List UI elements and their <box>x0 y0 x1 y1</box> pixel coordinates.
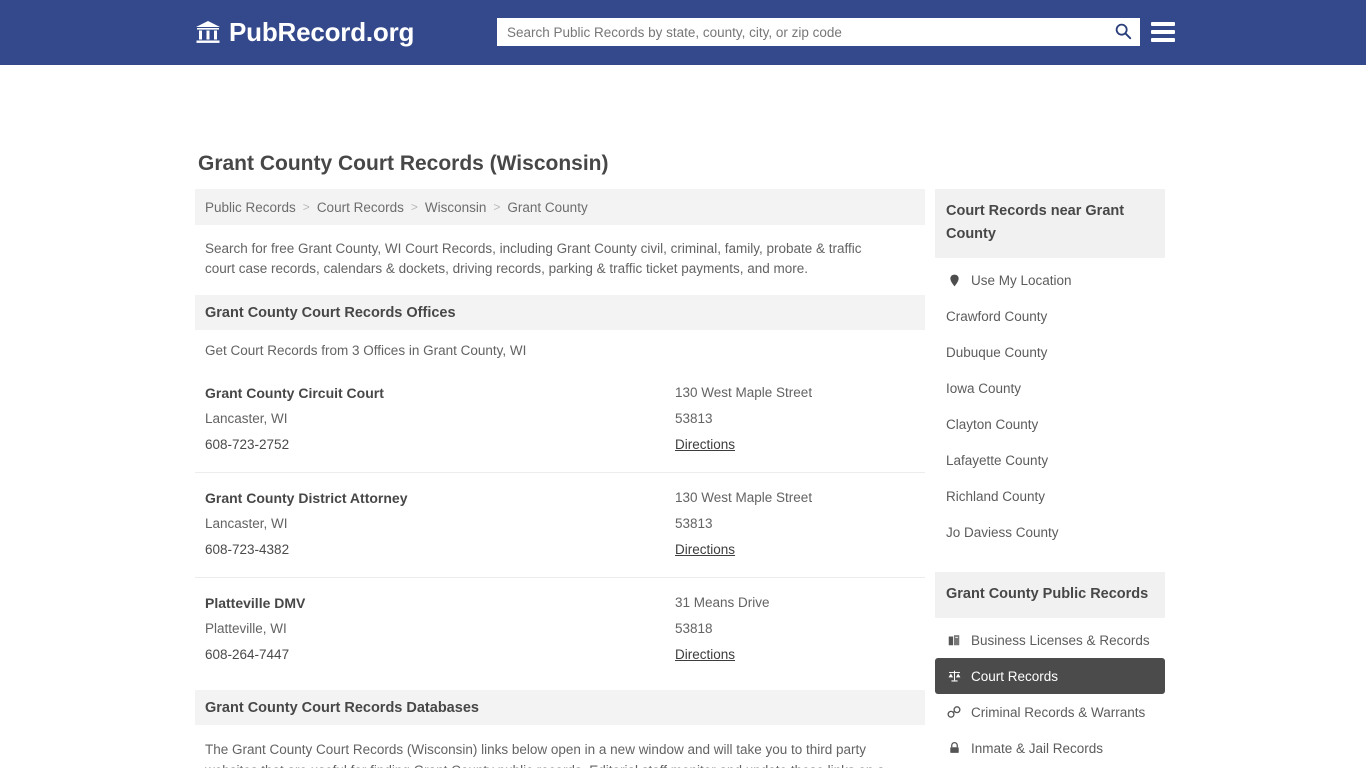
sidebar-item-richland-county[interactable]: Richland County <box>935 478 1165 514</box>
office-street: 130 West Maple Street <box>675 490 813 505</box>
office-details: Grant County Circuit Court Lancaster, WI… <box>205 380 675 458</box>
office-phone[interactable]: 608-723-2752 <box>205 432 675 458</box>
sidebar-item-lafayette-county[interactable]: Lafayette County <box>935 442 1165 478</box>
sidebar-item-business-licenses[interactable]: Business Licenses & Records <box>935 622 1165 658</box>
search-input[interactable] <box>497 24 1106 40</box>
office-address: 130 West Maple Street 53813 Directions <box>675 380 915 458</box>
breadcrumb-separator: > <box>493 200 501 214</box>
office-street: 130 West Maple Street <box>675 385 813 400</box>
office-address: 130 West Maple Street 53813 Directions <box>675 485 915 563</box>
near-county-block: Court Records near Grant County Use My L… <box>935 189 1165 550</box>
office-city-state: Platteville, WI <box>205 621 287 636</box>
search-button[interactable] <box>1106 18 1140 46</box>
directions-link[interactable]: Directions <box>675 537 735 563</box>
offices-section: Grant County Court Records Offices Get C… <box>195 295 925 682</box>
sidebar-item-label: Iowa County <box>946 380 1022 396</box>
sidebar-item-clayton-county[interactable]: Clayton County <box>935 406 1165 442</box>
right-sidebar: Court Records near Grant County Use My L… <box>935 189 1165 768</box>
sidebar-item-label: Dubuque County <box>946 344 1048 360</box>
sidebar-item-label: Clayton County <box>946 416 1039 432</box>
office-phone[interactable]: 608-264-7447 <box>205 642 675 668</box>
hamburger-menu-icon[interactable] <box>1151 20 1175 44</box>
offices-list: Grant County Circuit Court Lancaster, WI… <box>195 368 925 682</box>
public-records-list: Business Licenses & Records Court Record… <box>935 622 1165 768</box>
near-county-list: Use My Location Crawford County Dubuque … <box>935 262 1165 550</box>
site-header: PubRecord.org <box>0 0 1366 65</box>
sidebar-item-crawford-county[interactable]: Crawford County <box>935 298 1165 334</box>
sidebar-item-dubuque-county[interactable]: Dubuque County <box>935 334 1165 370</box>
sidebar-item-label: Court Records <box>971 668 1059 684</box>
brand-name: PubRecord.org <box>229 17 415 47</box>
sidebar-item-iowa-county[interactable]: Iowa County <box>935 370 1165 406</box>
sidebar-item-label: Criminal Records & Warrants <box>971 704 1146 720</box>
map-pin-icon <box>946 272 962 288</box>
directions-link[interactable]: Directions <box>675 642 735 668</box>
breadcrumb-separator: > <box>302 200 310 214</box>
office-name: Grant County District Attorney <box>205 490 408 506</box>
office-city-state: Lancaster, WI <box>205 516 288 531</box>
site-logo[interactable]: PubRecord.org <box>194 17 414 47</box>
office-street: 31 Means Drive <box>675 595 770 610</box>
office-name: Platteville DMV <box>205 595 306 611</box>
sidebar-item-label: Business Licenses & Records <box>971 632 1150 648</box>
office-row: Grant County Circuit Court Lancaster, WI… <box>195 368 925 473</box>
near-county-heading: Court Records near Grant County <box>935 189 1165 258</box>
briefcase-icon <box>946 632 962 648</box>
breadcrumb-separator: > <box>410 200 418 214</box>
sidebar-item-label: Crawford County <box>946 308 1048 324</box>
office-zip: 53813 <box>675 411 713 426</box>
sidebar-item-criminal-records[interactable]: Criminal Records & Warrants <box>935 694 1165 730</box>
breadcrumb-item-wisconsin[interactable]: Wisconsin <box>425 200 487 215</box>
breadcrumb-item-grant-county[interactable]: Grant County <box>507 200 587 215</box>
sidebar-item-court-records[interactable]: Court Records <box>935 658 1165 694</box>
offices-section-heading: Grant County Court Records Offices <box>195 295 925 330</box>
databases-intro-text: The Grant County Court Records (Wisconsi… <box>205 742 885 768</box>
main-content: Public Records > Court Records > Wiscons… <box>195 189 925 768</box>
lock-icon <box>946 740 962 756</box>
public-records-block: Grant County Public Records Business Lic… <box>935 572 1165 768</box>
scales-icon <box>946 668 962 684</box>
page-intro-text: Search for free Grant County, WI Court R… <box>205 241 862 276</box>
office-details: Grant County District Attorney Lancaster… <box>205 485 675 563</box>
office-name: Grant County Circuit Court <box>205 385 384 401</box>
breadcrumb: Public Records > Court Records > Wiscons… <box>195 189 925 225</box>
hamburger-bar-3 <box>1151 38 1175 42</box>
handcuffs-icon <box>946 704 962 720</box>
sidebar-item-inmate-jail-records[interactable]: Inmate & Jail Records <box>935 730 1165 766</box>
sidebar-item-use-my-location[interactable]: Use My Location <box>935 262 1165 298</box>
page-title: Grant County Court Records (Wisconsin) <box>198 152 609 175</box>
office-address: 31 Means Drive 53818 Directions <box>675 590 915 668</box>
bank-icon <box>194 18 222 46</box>
sidebar-item-jo-daviess-county[interactable]: Jo Daviess County <box>935 514 1165 550</box>
office-row: Platteville DMV Platteville, WI 608-264-… <box>195 578 925 682</box>
search-bar[interactable] <box>497 18 1140 46</box>
sidebar-item-label: Jo Daviess County <box>946 524 1059 540</box>
hamburger-bar-2 <box>1151 30 1175 34</box>
office-row: Grant County District Attorney Lancaster… <box>195 473 925 578</box>
breadcrumb-item-court-records[interactable]: Court Records <box>317 200 404 215</box>
office-city-state: Lancaster, WI <box>205 411 288 426</box>
databases-section-heading: Grant County Court Records Databases <box>195 690 925 725</box>
offices-section-subheading: Get Court Records from 3 Offices in Gran… <box>205 343 527 358</box>
sidebar-item-label: Inmate & Jail Records <box>971 740 1104 756</box>
sidebar-item-label: Richland County <box>946 488 1046 504</box>
office-details: Platteville DMV Platteville, WI 608-264-… <box>205 590 675 668</box>
hamburger-bar-1 <box>1151 22 1175 26</box>
office-phone[interactable]: 608-723-4382 <box>205 537 675 563</box>
breadcrumb-item-public-records[interactable]: Public Records <box>205 200 296 215</box>
sidebar-item-label: Lafayette County <box>946 452 1049 468</box>
sidebar-item-label: Use My Location <box>971 272 1072 288</box>
search-icon <box>1114 22 1132 43</box>
public-records-heading: Grant County Public Records <box>935 572 1165 618</box>
databases-section: Grant County Court Records Databases The… <box>195 690 925 768</box>
directions-link[interactable]: Directions <box>675 432 735 458</box>
office-zip: 53813 <box>675 516 713 531</box>
office-zip: 53818 <box>675 621 713 636</box>
